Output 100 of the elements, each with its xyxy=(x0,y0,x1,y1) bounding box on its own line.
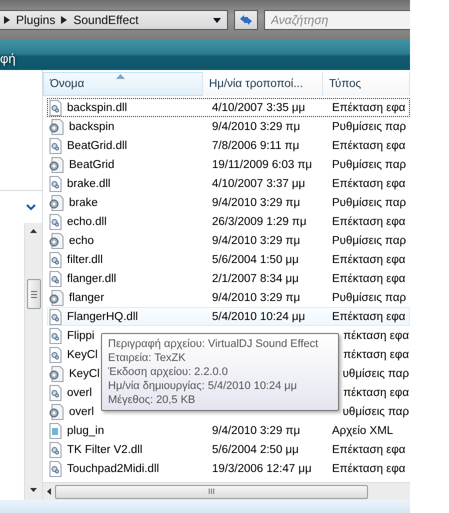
file-name: KeyCl xyxy=(67,348,98,360)
file-type: Επέκταση εφα xyxy=(332,178,406,190)
file-name: TK Filter V2.dll xyxy=(67,444,142,456)
dll-file-icon xyxy=(48,100,62,116)
dll-file-icon xyxy=(48,176,62,192)
modified-date: 7/8/2006 9:11 πμ xyxy=(212,140,300,152)
modified-date: 19/11/2009 6:03 πμ xyxy=(212,158,312,170)
address-bar[interactable]: Plugins SoundEffect xyxy=(0,10,228,30)
file-name: backspin xyxy=(69,120,114,132)
file-name: backspin.dll xyxy=(67,102,128,114)
scroll-up-icon[interactable] xyxy=(30,229,37,233)
breadcrumb[interactable]: SoundEffect xyxy=(73,13,139,27)
file-name: Flippi xyxy=(67,330,94,342)
file-name: Touchpad2Midi.dll xyxy=(67,462,160,474)
file-type: υθμίσεις παρ xyxy=(342,368,409,380)
settings-file-icon xyxy=(48,232,64,248)
dropdown-caret-icon[interactable] xyxy=(213,18,221,22)
modified-date: 9/4/2010 3:29 πμ xyxy=(212,120,300,132)
file-type: Επέκταση εφα xyxy=(332,272,406,284)
breadcrumb[interactable]: Plugins xyxy=(16,13,56,27)
file-type: Επέκταση εφα xyxy=(332,462,406,474)
toolbar-item[interactable]: φή xyxy=(0,44,16,66)
tooltip-line: Έκδοση αρχείου: 2.2.0.0 xyxy=(108,365,229,379)
file-type: Επέκταση εφα xyxy=(332,310,406,322)
file-name: overl xyxy=(67,386,92,398)
column-header[interactable]: Τύπος xyxy=(323,72,410,96)
file-type: Επέκταση εφα xyxy=(332,140,406,152)
dll-file-icon xyxy=(48,308,62,324)
vertical-scrollbar[interactable] xyxy=(24,223,42,500)
modified-date: 9/4/2010 3:29 πμ xyxy=(212,234,300,246)
dll-file-icon xyxy=(48,328,62,344)
scrollbar-thumb[interactable] xyxy=(26,279,40,309)
file-type: πέκταση εφα xyxy=(343,386,409,398)
file-name: brake.dll xyxy=(67,178,110,190)
file-name: BeatGrid.dll xyxy=(67,140,128,152)
modified-date: 9/4/2010 3:29 πμ xyxy=(212,196,300,208)
dll-file-icon xyxy=(48,138,62,154)
file-type: Επέκταση εφα xyxy=(332,102,406,114)
file-type: υθμίσεις παρ xyxy=(342,406,409,418)
file-type: Ρυθμίσεις παρ xyxy=(332,292,406,304)
settings-file-icon xyxy=(48,118,64,134)
modified-date: 5/6/2004 2:50 μμ xyxy=(212,444,299,456)
dll-file-icon xyxy=(48,442,62,458)
file-type: Ρυθμίσεις παρ xyxy=(332,234,406,246)
scroll-down-icon[interactable] xyxy=(30,488,37,492)
file-name: BeatGrid xyxy=(69,158,114,170)
file-name: KeyCl xyxy=(69,368,100,380)
file-type: πέκταση εφα xyxy=(343,348,409,360)
column-header[interactable]: Ημ/νία τροποποί... xyxy=(203,72,323,96)
modified-date: 19/3/2006 12:47 μμ xyxy=(212,462,312,474)
refresh-icon xyxy=(239,14,253,26)
dll-file-icon xyxy=(48,252,62,268)
horizontal-scrollbar[interactable]: III xyxy=(43,482,410,500)
file-type: πέκταση εφα xyxy=(343,330,409,342)
modified-date: 26/3/2009 1:29 πμ xyxy=(212,216,306,228)
settings-file-icon xyxy=(48,194,64,210)
refresh-button[interactable] xyxy=(234,10,258,30)
xml-file-icon xyxy=(48,422,62,438)
file-type: Επέκταση εφα xyxy=(332,216,406,228)
modified-date: 5/6/2004 1:50 μμ xyxy=(212,254,299,266)
file-type: Ρυθμίσεις παρ xyxy=(332,120,406,132)
file-name: flanger xyxy=(69,292,104,304)
file-name: FlangerHQ.dll xyxy=(67,310,138,322)
file-name: echo xyxy=(69,234,94,246)
file-type: Επέκταση εφα xyxy=(332,254,406,266)
tooltip-line: Εταιρεία: TexZK xyxy=(108,351,187,365)
file-type: Αρχείο XML xyxy=(332,424,394,436)
chevron-down-icon[interactable] xyxy=(26,204,36,210)
tooltip-line: Περιγραφή αρχείου: VirtualDJ Sound Effect xyxy=(108,337,320,351)
modified-date: 4/10/2007 3:35 μμ xyxy=(212,102,306,114)
file-type: Ρυθμίσεις παρ xyxy=(332,158,406,170)
column-header[interactable]: Όνομα xyxy=(43,72,203,96)
file-name: brake xyxy=(69,196,98,208)
settings-file-icon xyxy=(48,156,64,172)
file-type: Ρυθμίσεις παρ xyxy=(332,196,406,208)
modified-date: 2/1/2007 8:34 μμ xyxy=(212,272,299,284)
dll-file-icon xyxy=(48,384,62,400)
settings-file-icon xyxy=(48,290,64,306)
dll-file-icon xyxy=(48,214,62,230)
modified-date: 5/4/2010 10:24 μμ xyxy=(212,310,306,322)
tooltip-line: Μέγεθος: 20,5 KB xyxy=(108,393,196,407)
dll-file-icon xyxy=(48,460,62,476)
breadcrumb-arrow-icon xyxy=(61,16,68,24)
breadcrumb-arrow-icon xyxy=(4,16,10,24)
file-name: flanger.dll xyxy=(67,272,116,284)
modified-date: 4/10/2007 3:37 μμ xyxy=(212,178,306,190)
file-name: overl xyxy=(69,406,94,418)
modified-date: 9/4/2010 3:29 πμ xyxy=(212,292,300,304)
scrollbar-thumb[interactable]: III xyxy=(55,484,368,498)
tooltip-line: Ημ/νία δημιουργίας: 5/4/2010 10:24 μμ xyxy=(108,379,298,393)
file-name: filter.dll xyxy=(67,254,103,266)
dll-file-icon xyxy=(48,346,62,362)
dll-file-icon xyxy=(48,270,62,286)
scroll-left-icon[interactable] xyxy=(47,488,51,495)
file-type: Επέκταση εφα xyxy=(332,444,406,456)
settings-file-icon xyxy=(48,404,64,420)
settings-file-icon xyxy=(48,366,64,382)
sort-arrow-icon xyxy=(116,74,125,79)
file-name: plug_in xyxy=(67,424,104,436)
modified-date: 9/4/2010 3:29 πμ xyxy=(212,424,300,436)
